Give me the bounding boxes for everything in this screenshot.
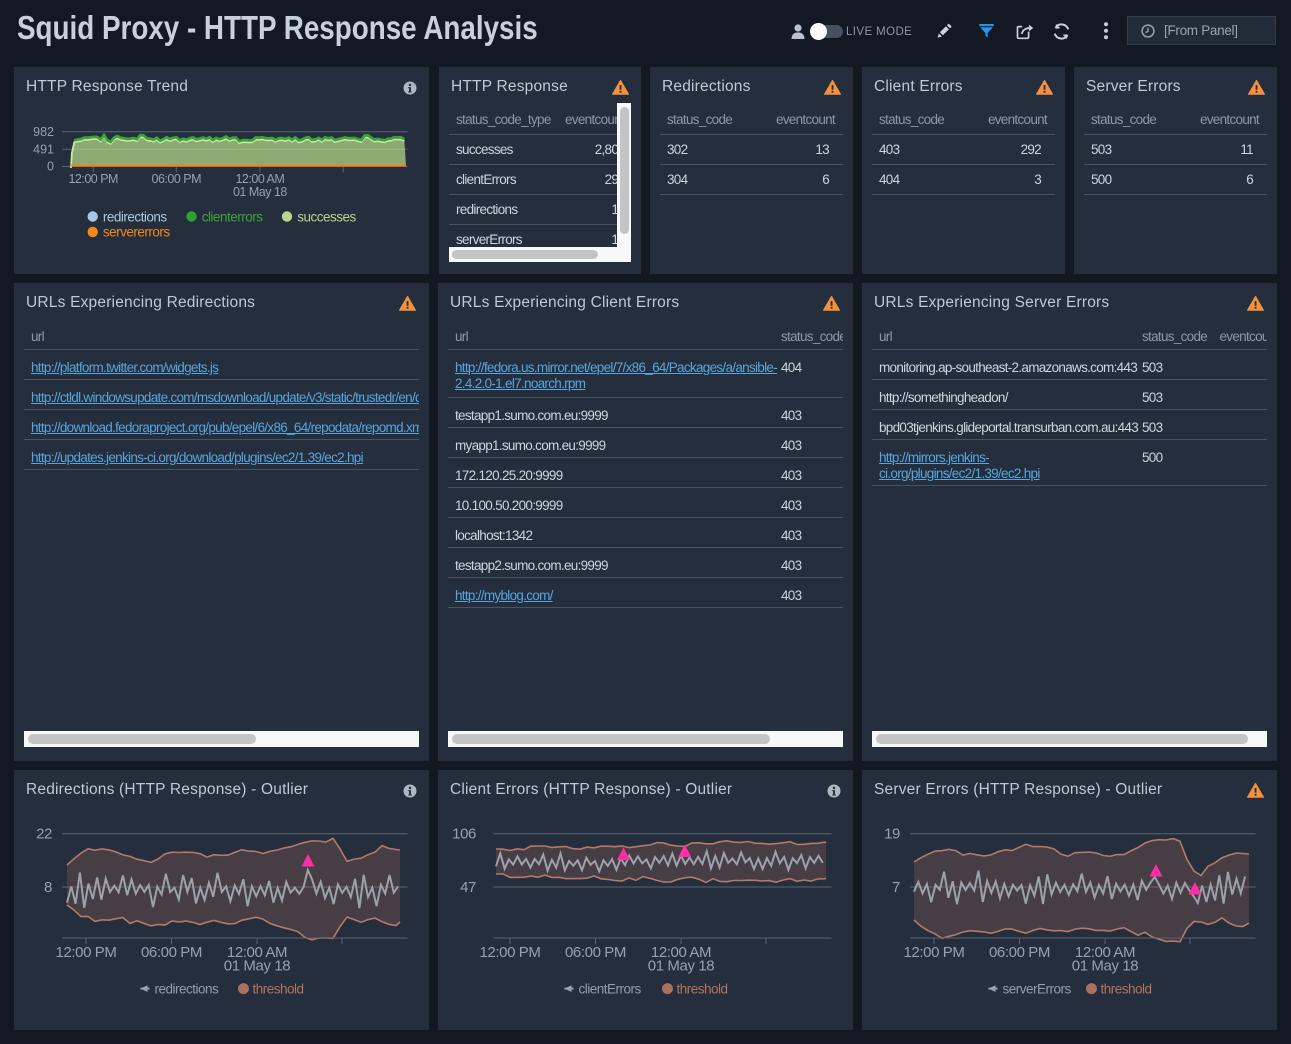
svg-text:06:00 PM: 06:00 PM [565,944,626,961]
svg-text:0: 0 [47,160,54,174]
svg-text:clienterrors: clienterrors [202,209,264,224]
svg-text:12:00 PM: 12:00 PM [55,944,116,961]
svg-text:12:00 PM: 12:00 PM [479,944,540,961]
svg-text:982: 982 [33,125,54,139]
svg-text:06:00 PM: 06:00 PM [152,172,202,186]
svg-text:redirections: redirections [103,209,168,224]
svg-text:successes: successes [297,209,356,224]
svg-text:01 May 18: 01 May 18 [648,958,714,975]
svg-text:clientErrors: clientErrors [579,981,642,996]
svg-text:redirections: redirections [155,981,220,996]
svg-text:19: 19 [884,826,900,843]
svg-text:serverErrors: serverErrors [1003,981,1072,996]
svg-text:47: 47 [460,879,476,896]
svg-text:12:00 PM: 12:00 PM [68,172,118,186]
svg-text:06:00 PM: 06:00 PM [141,944,202,961]
svg-text:servererrors: servererrors [103,225,171,240]
svg-text:06:00 PM: 06:00 PM [989,944,1050,961]
svg-text:12:00 AM: 12:00 AM [235,172,284,186]
svg-text:01 May 18: 01 May 18 [233,185,287,199]
svg-text:22: 22 [36,826,52,843]
svg-text:12:00 PM: 12:00 PM [903,944,964,961]
svg-text:7: 7 [892,879,900,896]
svg-text:threshold: threshold [677,981,728,996]
svg-text:8: 8 [44,879,52,896]
svg-text:01 May 18: 01 May 18 [1072,958,1138,975]
svg-text:threshold: threshold [253,981,304,996]
svg-text:01 May 18: 01 May 18 [224,958,290,975]
svg-text:491: 491 [33,142,54,156]
svg-text:threshold: threshold [1101,981,1152,996]
svg-text:106: 106 [452,826,476,843]
